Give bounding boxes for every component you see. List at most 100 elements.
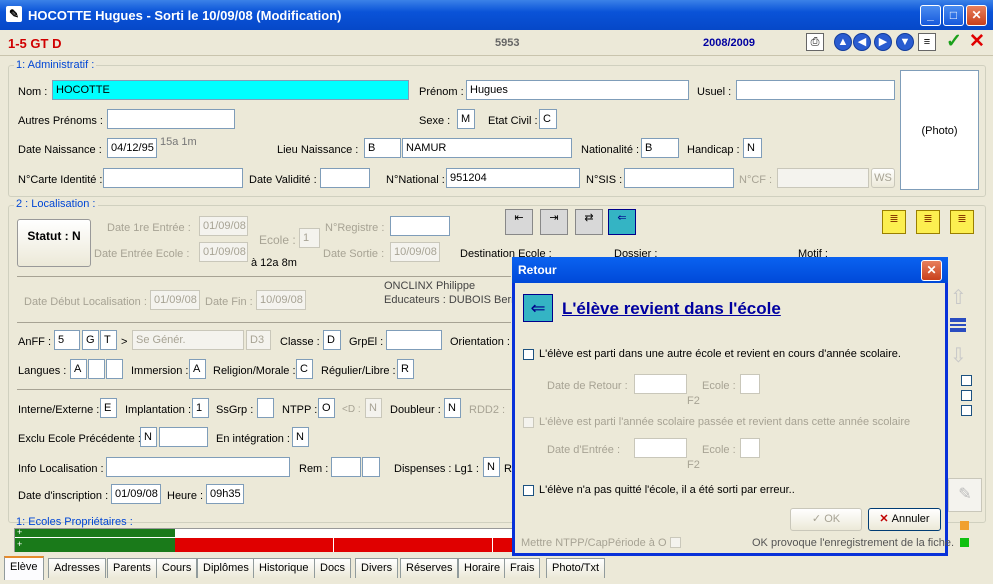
usuel-field[interactable] xyxy=(736,80,895,100)
notes-icon[interactable]: ≡ xyxy=(918,33,936,51)
next-record-icon[interactable]: ▶ xyxy=(874,33,892,51)
anff-field[interactable]: 5 xyxy=(54,330,80,350)
close-button[interactable]: ✕ xyxy=(966,5,987,26)
carte-field[interactable] xyxy=(103,168,243,188)
tab-docs[interactable]: Docs xyxy=(314,558,352,578)
lieu-code-field[interactable]: B xyxy=(364,138,401,158)
right-checkbox-1[interactable] xyxy=(961,375,972,386)
registre-field[interactable] xyxy=(390,216,450,236)
integration-field[interactable]: N xyxy=(292,427,309,447)
doc3-icon[interactable]: ≣ xyxy=(950,210,974,234)
doc2-icon[interactable]: ≣ xyxy=(916,210,940,234)
transfer-door-icon[interactable]: ⇥ xyxy=(540,209,568,235)
dialog-title-bar[interactable]: Retour ✕ xyxy=(512,257,948,283)
anff2-field[interactable]: G xyxy=(82,330,99,350)
right-checkbox-3[interactable] xyxy=(961,405,972,416)
tab-divers[interactable]: Divers xyxy=(355,558,399,578)
langues2-field[interactable] xyxy=(88,359,105,379)
proprietaires-grid[interactable]: + + xyxy=(14,527,514,552)
nationalite-field[interactable]: B xyxy=(641,138,679,158)
minimize-button[interactable]: _ xyxy=(920,5,941,26)
last-record-icon[interactable]: ▼ xyxy=(896,33,914,51)
annuler-button[interactable]: ✕ Annuler xyxy=(868,508,941,531)
dialog-close-button[interactable]: ✕ xyxy=(921,260,942,281)
info-field[interactable] xyxy=(106,457,290,477)
heure-field[interactable]: 09h35 xyxy=(206,484,244,504)
plus-icon[interactable]: + xyxy=(17,539,22,549)
autres-prenoms-field[interactable] xyxy=(107,109,235,129)
list-icon[interactable] xyxy=(950,318,966,332)
tab-historique[interactable]: Historique xyxy=(253,558,315,578)
rem-field[interactable] xyxy=(331,457,361,477)
date-entree-field xyxy=(634,438,687,458)
tab-reserves[interactable]: Réserves xyxy=(400,558,459,578)
validite-field[interactable] xyxy=(320,168,370,188)
plus-icon[interactable]: + xyxy=(17,527,22,537)
ws-button[interactable]: WS xyxy=(871,168,895,188)
regulier-label: Régulier/Libre : xyxy=(321,365,396,377)
classe-field[interactable]: D xyxy=(323,330,341,350)
move-door-icon[interactable]: ⇄ xyxy=(575,209,603,235)
national-field[interactable]: 951204 xyxy=(446,168,580,188)
exclu-field[interactable]: N xyxy=(140,427,157,447)
tab-frais[interactable]: Frais xyxy=(504,558,541,578)
integration-label: En intégration : xyxy=(216,433,290,445)
etat-civil-field[interactable]: C xyxy=(539,109,557,129)
nom-field[interactable]: HOCOTTE xyxy=(52,80,409,100)
grpel-field[interactable] xyxy=(386,330,442,350)
exit-door-icon[interactable]: ⇤ xyxy=(505,209,533,235)
print-icon[interactable]: ⎙ xyxy=(806,33,824,51)
right-checkbox-2[interactable] xyxy=(961,390,972,401)
lieu-field[interactable]: NAMUR xyxy=(402,138,572,158)
retour-dialog: Retour ✕ ⇐ L'élève revient dans l'école … xyxy=(512,257,954,556)
date-retour-label: Date de Retour : xyxy=(547,380,628,392)
option3-checkbox[interactable] xyxy=(523,485,534,496)
interne-field[interactable]: E xyxy=(100,398,117,418)
return-door-icon[interactable]: ⇐ xyxy=(608,209,636,235)
down-arrow-icon[interactable]: ⇩ xyxy=(950,343,967,368)
ok-button[interactable]: ✓ OK xyxy=(790,508,862,531)
maximize-button[interactable]: □ xyxy=(943,5,964,26)
tab-eleve[interactable]: Elève xyxy=(4,556,44,580)
edit-icon[interactable]: ✎ xyxy=(948,478,982,512)
up-arrow-icon[interactable]: ⇧ xyxy=(950,285,967,310)
photo-box[interactable]: (Photo) xyxy=(900,70,979,190)
langues-field[interactable]: A xyxy=(70,359,87,379)
option3-label: L'élève n'a pas quitté l'école, il a été… xyxy=(539,484,795,496)
statut-button[interactable]: Statut : N xyxy=(17,219,91,267)
ssgrp-field[interactable] xyxy=(257,398,274,418)
prenom-field[interactable]: Hugues xyxy=(466,80,689,100)
bottom-tabs: Elève Adresses Parents Cours Diplômes Hi… xyxy=(0,556,993,584)
regulier-field[interactable]: R xyxy=(397,359,414,379)
tab-parents[interactable]: Parents xyxy=(107,558,157,578)
tab-cours[interactable]: Cours xyxy=(156,558,198,578)
handicap-field[interactable]: N xyxy=(743,138,762,158)
rem2-field[interactable] xyxy=(362,457,380,477)
dob-field[interactable]: 04/12/95 xyxy=(107,138,157,158)
validate-icon[interactable]: ✓ xyxy=(946,30,962,53)
cf-field xyxy=(777,168,869,188)
immersion-field[interactable]: A xyxy=(189,359,206,379)
title-bar[interactable]: ✎ HOCOTTE Hugues - Sorti le 10/09/08 (Mo… xyxy=(0,0,993,30)
inscription-field[interactable]: 01/09/08 xyxy=(111,484,161,504)
first-record-icon[interactable]: ▲ xyxy=(834,33,852,51)
tab-photo-txt[interactable]: Photo/Txt xyxy=(546,558,606,578)
sis-field[interactable] xyxy=(624,168,734,188)
dispenses-field[interactable]: N xyxy=(483,457,500,477)
anff3-field[interactable]: T xyxy=(100,330,117,350)
ntpp-field[interactable]: O xyxy=(318,398,335,418)
option1-checkbox[interactable] xyxy=(523,349,534,360)
religion-field[interactable]: C xyxy=(296,359,313,379)
tab-adresses[interactable]: Adresses xyxy=(48,558,106,578)
langues3-field[interactable] xyxy=(106,359,123,379)
implantation-field[interactable]: 1 xyxy=(192,398,209,418)
doubleur-field[interactable]: N xyxy=(444,398,461,418)
exclu-detail-field[interactable] xyxy=(159,427,208,447)
doc1-icon[interactable]: ≣ xyxy=(882,210,906,234)
previous-record-icon[interactable]: ◀ xyxy=(853,33,871,51)
tab-horaire[interactable]: Horaire xyxy=(458,558,507,578)
proprio-red-bar xyxy=(175,538,513,552)
tab-diplomes[interactable]: Diplômes xyxy=(197,558,255,578)
sexe-field[interactable]: M xyxy=(457,109,475,129)
cancel-icon[interactable]: ✕ xyxy=(969,30,985,53)
